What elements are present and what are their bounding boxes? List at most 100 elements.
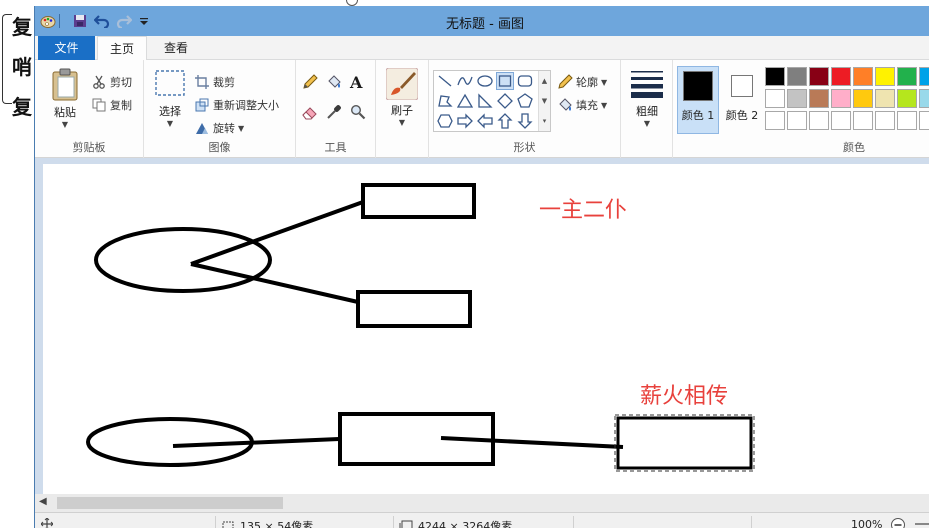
- group-label: 图像: [208, 141, 231, 154]
- shape-line-icon[interactable]: [436, 72, 454, 90]
- magnifier-tool[interactable]: [350, 104, 369, 120]
- shape-left-arrow-icon[interactable]: [476, 112, 494, 130]
- shape-right-arrow-icon[interactable]: [456, 112, 474, 130]
- fill-tool[interactable]: [326, 74, 345, 90]
- palette-swatch[interactable]: [919, 67, 929, 86]
- pencil-icon: [302, 74, 318, 90]
- fill-label: 填充: [576, 99, 598, 112]
- expand-gallery-icon[interactable]: ▾: [543, 117, 547, 125]
- paint-bucket-icon: [326, 74, 342, 90]
- tab-file[interactable]: 文件: [38, 36, 95, 60]
- palette-swatch[interactable]: [919, 111, 929, 130]
- cut-button[interactable]: 剪切: [91, 74, 132, 90]
- shape-rounded-rect-icon[interactable]: [516, 72, 534, 90]
- palette-swatch[interactable]: [765, 111, 785, 130]
- palette-swatch[interactable]: [831, 89, 851, 108]
- palette-swatch[interactable]: [831, 67, 851, 86]
- drawing-canvas[interactable]: 一主二仆 薪火相传: [43, 164, 929, 494]
- size-button[interactable]: 粗细 ▼: [629, 68, 665, 128]
- rectangle-shape: [616, 416, 753, 470]
- shape-diamond-icon[interactable]: [496, 92, 514, 110]
- shape-right-triangle-icon[interactable]: [476, 92, 494, 110]
- horizontal-scrollbar[interactable]: ◀: [35, 494, 929, 512]
- window-title: 无标题 - 画图: [446, 17, 524, 32]
- dropdown-caret-icon: ▼: [166, 119, 174, 128]
- palette-swatch[interactable]: [831, 111, 851, 130]
- scroll-up-icon[interactable]: ▲: [542, 77, 547, 85]
- zoom-slider[interactable]: [915, 523, 929, 525]
- shape-hexagon-icon[interactable]: [436, 112, 454, 130]
- copy-button[interactable]: 复制: [91, 97, 132, 113]
- palette-swatch[interactable]: [875, 89, 895, 108]
- palette-swatch[interactable]: [875, 111, 895, 130]
- scroll-left-icon[interactable]: ◀: [39, 496, 47, 507]
- image-size: 4244 × 3264像素: [399, 518, 512, 528]
- palette-swatch[interactable]: [809, 89, 829, 108]
- status-bar: 135 × 54像素 4244 × 3264像素 100%: [35, 512, 929, 528]
- selection-size-text: 135 × 54像素: [240, 520, 314, 528]
- pencil-tool[interactable]: [302, 74, 321, 90]
- select-button[interactable]: 选择 ▼: [152, 68, 188, 128]
- color2-button[interactable]: 颜色 2: [721, 66, 763, 134]
- copy-icon: [91, 97, 107, 113]
- palette-swatch[interactable]: [765, 89, 785, 108]
- palette-swatch[interactable]: [919, 89, 929, 108]
- paste-button[interactable]: 粘贴 ▼: [47, 68, 83, 129]
- outline-button[interactable]: 轮廓 ▼: [557, 74, 607, 90]
- crop-icon: [194, 74, 210, 90]
- eraser-tool[interactable]: [302, 104, 321, 120]
- text-tool-icon: A: [350, 73, 363, 92]
- tools-group: A 工具: [296, 60, 376, 158]
- shapes-scrollbar[interactable]: ▲ ▼ ▾: [538, 71, 550, 131]
- rectangle-shape: [356, 290, 472, 328]
- text-tool[interactable]: A: [350, 73, 362, 92]
- shape-pentagon-icon[interactable]: [516, 92, 534, 110]
- shape-polygon-icon[interactable]: [436, 92, 454, 110]
- palette-swatch[interactable]: [853, 67, 873, 86]
- shape-oval-icon[interactable]: [476, 72, 494, 90]
- screen: 复 哨 复 无标题 - 画图 文件 主页 查看 粘贴 ▼ 剪切 复制 剪贴板 选…: [0, 0, 929, 528]
- tab-view[interactable]: 查看: [151, 36, 201, 60]
- shapes-group: ▲ ▼ ▾ 轮廓 ▼ 填充 ▼ 形状: [429, 60, 621, 158]
- group-label: 形状: [513, 141, 536, 154]
- palette-swatch[interactable]: [897, 67, 917, 86]
- shape-curve-icon[interactable]: [456, 72, 474, 90]
- selection-marquee[interactable]: [614, 414, 755, 472]
- zoom-out-icon[interactable]: [890, 517, 906, 528]
- rotate-button[interactable]: 旋转 ▼: [194, 120, 244, 136]
- shape-up-arrow-icon[interactable]: [496, 112, 514, 130]
- color1-button[interactable]: 颜色 1: [677, 66, 719, 134]
- palette-swatch[interactable]: [787, 111, 807, 130]
- background-text: 复: [12, 95, 32, 119]
- color1-swatch: [683, 71, 713, 101]
- tab-home[interactable]: 主页: [97, 36, 147, 61]
- scrollbar-thumb[interactable]: [57, 497, 283, 509]
- size-group: 粗细 ▼: [621, 60, 673, 158]
- palette-swatch[interactable]: [897, 111, 917, 130]
- clipboard-group: 粘贴 ▼ 剪切 复制 剪贴板: [35, 60, 144, 158]
- colors-group: 颜色 1 颜色 2 颜色: [673, 60, 929, 158]
- palette-swatch[interactable]: [809, 67, 829, 86]
- shape-rectangle-icon[interactable]: [496, 72, 514, 90]
- canvas-text-label: 一主二仆: [539, 198, 628, 223]
- palette-swatch[interactable]: [897, 89, 917, 108]
- palette-swatch[interactable]: [809, 111, 829, 130]
- fill-button[interactable]: 填充 ▼: [557, 97, 607, 113]
- shape-down-arrow-icon[interactable]: [516, 112, 534, 130]
- palette-swatch[interactable]: [787, 67, 807, 86]
- brushes-button[interactable]: 刷子 ▼: [384, 68, 420, 127]
- palette-swatch[interactable]: [765, 67, 785, 86]
- resize-button[interactable]: 重新调整大小: [194, 97, 279, 113]
- scroll-down-icon[interactable]: ▼: [542, 97, 547, 105]
- separator: [393, 516, 394, 528]
- crop-button[interactable]: 裁剪: [194, 74, 235, 90]
- select-rect-icon: [155, 70, 185, 96]
- palette-swatch[interactable]: [875, 67, 895, 86]
- palette-swatch[interactable]: [787, 89, 807, 108]
- palette-swatch[interactable]: [853, 111, 873, 130]
- palette-swatch[interactable]: [853, 89, 873, 108]
- shape-triangle-icon[interactable]: [456, 92, 474, 110]
- color-picker-tool[interactable]: [326, 104, 345, 120]
- paint-window: 无标题 - 画图 文件 主页 查看 粘贴 ▼ 剪切 复制 剪贴板 选择 ▼ 裁剪…: [34, 6, 929, 528]
- connector-line: [440, 436, 624, 449]
